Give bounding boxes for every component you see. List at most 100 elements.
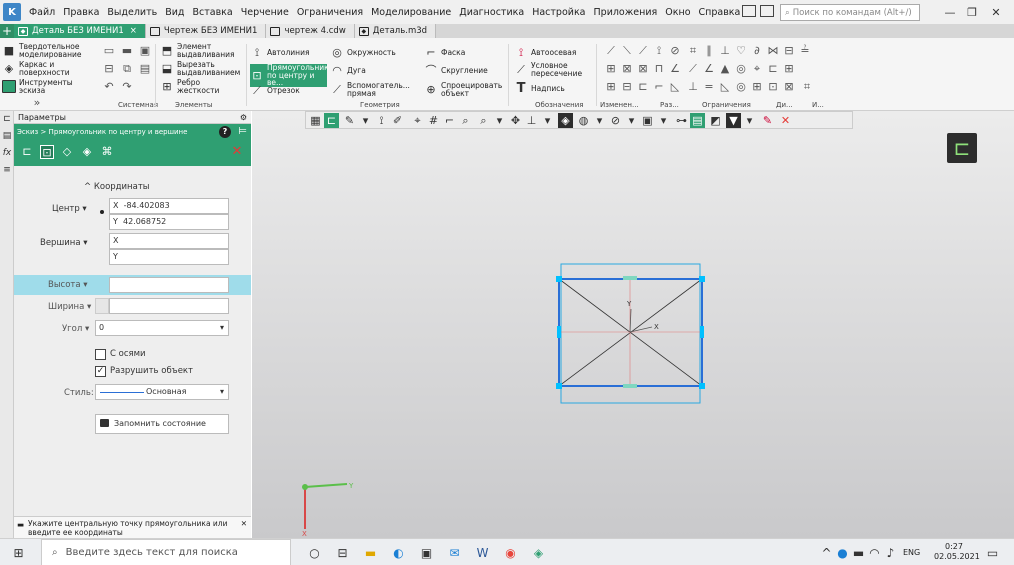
kompas-logo-icon[interactable]: K [3,3,21,21]
vertex-y-field[interactable]: Y [109,249,229,265]
handle[interactable] [699,383,705,389]
circle-button[interactable]: ◎ Окружность [330,46,396,59]
dropdown-icon[interactable]: ▾ [358,113,373,128]
window-layout-icon[interactable] [742,5,756,17]
vertex-label[interactable]: Вершина ▾ [40,238,88,248]
horizontal-icon[interactable]: ⟋ [686,62,700,75]
vertex-x-field[interactable]: X [109,233,229,249]
kompas-taskbar-icon[interactable]: ◈ [530,544,547,561]
undo-icon[interactable]: ↶ [102,80,116,93]
rect-mode-icon[interactable]: ⊏ [20,145,34,159]
network-icon[interactable]: ● [834,544,851,561]
view-cube-icon[interactable]: ◈ [558,113,573,128]
cortana-icon[interactable]: ○ [306,544,323,561]
origin-point[interactable] [302,484,308,490]
sketch-view[interactable]: X Y Y X [252,111,1014,538]
redo-icon[interactable]: ↷ [120,80,134,93]
dropdown-icon[interactable]: ▾ [656,113,671,128]
file-explorer-icon[interactable]: ▬ [362,544,379,561]
triangle-icon[interactable]: ◺ [718,80,732,93]
properties-icon[interactable]: ▤ [2,131,12,141]
print-icon[interactable]: ⊟ [102,62,116,75]
menu-constraints[interactable]: Ограничения [293,7,367,18]
cancel-sketch-icon[interactable]: ✕ [778,113,793,128]
minimize-icon[interactable]: — [940,3,960,21]
settings-icon[interactable]: ⚙ [240,111,247,124]
close-icon[interactable]: ✕ [986,3,1006,21]
orient-icon[interactable]: ⊥ [524,113,539,128]
menu-insert[interactable]: Вставка [188,7,236,18]
grid-snap-icon[interactable]: ▦ [308,113,323,128]
center-y-field[interactable]: Y 42.068752 [109,214,229,230]
show-dims-icon[interactable]: ▤ [690,113,705,128]
chamfer-button[interactable]: ⌐ Фаска [424,46,465,59]
equal-icon[interactable]: ≟ [798,44,812,57]
auto-axis-button[interactable]: ⟟ Автоосевая [514,46,576,59]
battery-icon[interactable]: ▬ [850,544,867,561]
vertical-icon[interactable]: ⊥ [686,80,700,93]
arc-button[interactable]: ◠ Дуга [330,64,366,77]
radial-dim-icon[interactable]: ⌐ [652,80,666,93]
fillet-button[interactable]: ⌒ Скругление [424,64,488,77]
linear-dim-icon[interactable]: ⊓ [652,62,666,75]
grid-icon[interactable]: # [426,113,441,128]
handle[interactable] [556,276,562,282]
handle[interactable] [700,326,704,338]
rib-button[interactable]: ⊞ Ребро жесткости [160,79,227,94]
variables-fx-icon[interactable]: fx [2,148,12,158]
copy-geom-icon[interactable]: ⊞ [604,80,618,93]
layers-icon[interactable]: ≡ [2,165,12,175]
menu-applications[interactable]: Приложения [590,7,662,18]
segment-button[interactable]: ⟋ Отрезок [250,84,300,97]
menu-help[interactable]: Справка [695,7,745,18]
notifications-icon[interactable]: ▭ [984,544,1001,561]
pencil-icon[interactable]: ✎ [342,113,357,128]
remember-state-button[interactable]: Запомнить состояние [95,414,229,434]
panel-layout-icon[interactable] [760,5,774,17]
chrome-icon[interactable]: ◉ [502,544,519,561]
width-field[interactable] [109,298,229,314]
menu-settings[interactable]: Настройка [528,7,589,18]
fix-icon[interactable]: ⊟ [782,44,796,57]
dropdown-icon[interactable]: ▾ [492,113,507,128]
command-search-input[interactable]: ⌕ Поиск по командам (Alt+/) [780,4,920,21]
zoom-window-icon[interactable]: ⌕ [476,113,491,128]
trim-icon[interactable]: ⟋ [604,44,618,57]
rect-angle-icon[interactable]: ◈ [80,145,94,159]
mirror-icon[interactable]: ⊟ [620,80,634,93]
local-cs-icon[interactable]: ⌖ [410,113,425,128]
menu-modeling[interactable]: Моделирование [367,7,455,18]
tab-drawing-4[interactable]: чертеж 4.cdw [266,24,355,38]
save-icon[interactable]: ▣ [138,44,152,57]
copy-icon[interactable]: ⧉ [120,62,134,75]
model-canvas[interactable]: X Y Y X ⊏ [252,111,1014,538]
open-folder-icon[interactable]: ▬ [120,44,134,57]
dropdown-icon[interactable]: ▾ [592,113,607,128]
sketch-mode-icon[interactable]: ⊏ [947,133,977,163]
store-icon[interactable]: ▣ [418,544,435,561]
aux-line-button[interactable]: ⟋ Вспомогатель... прямая [330,82,410,97]
perpendicular-icon[interactable]: ⊥ [718,44,732,57]
pin-icon[interactable]: ⊨ [238,124,247,140]
restore-icon[interactable]: ❐ [962,3,982,21]
camera-view-icon[interactable]: ▣ [640,113,655,128]
with-axes-checkbox[interactable] [95,349,106,360]
wifi-icon[interactable]: ◠ [866,544,883,561]
destroy-object-checkbox[interactable]: ✓ [95,366,106,377]
menu-window[interactable]: Окно [661,7,694,18]
extrude-button[interactable]: ⬒ Элемент выдавливания [160,43,239,58]
split-icon[interactable]: ⟍ [620,44,634,57]
rotate-icon[interactable]: ⊠ [620,62,634,75]
constraints-view-icon[interactable]: ⊶ [674,113,689,128]
filter-icon[interactable]: ▼ [726,113,741,128]
style-select[interactable]: Основная ▾ [95,384,229,400]
rect-options-icon[interactable]: ⌘ [100,145,114,159]
symmetry-icon[interactable]: ∂ [750,44,764,57]
move-icon[interactable]: ⊞ [604,62,618,75]
handle[interactable] [699,276,705,282]
dropdown-icon[interactable]: ▾ [540,113,555,128]
variables-icon[interactable]: ⌗ [800,80,814,93]
add-tab-button[interactable]: + [0,24,14,38]
dimension-icon[interactable]: ⌗ [686,44,700,57]
help-icon[interactable]: ? [219,126,231,138]
